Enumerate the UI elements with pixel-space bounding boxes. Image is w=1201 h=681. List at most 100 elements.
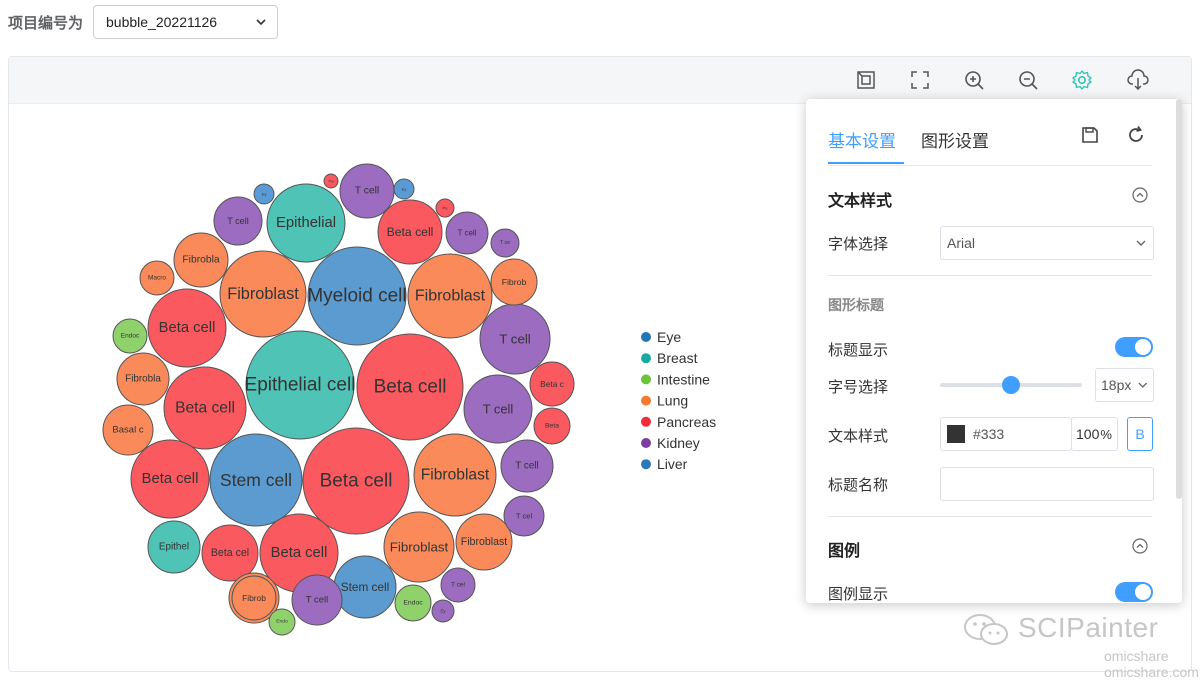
bubble[interactable]: Ey [393,178,415,200]
legend-label[interactable]: Kidney [657,435,700,451]
bubble-label: Basal c [112,425,143,436]
bubble[interactable]: Stem cell [209,433,303,527]
bubble[interactable]: Epithelial [266,183,346,263]
bubble[interactable]: Basal c [102,404,154,456]
title-show-toggle[interactable] [1115,337,1153,357]
bubble[interactable]: T cel [440,567,476,603]
bold-button-label: B [1135,426,1145,442]
bubble[interactable]: Macro [139,260,175,296]
bubble[interactable]: Beta cell [147,288,227,368]
legend-label[interactable]: Liver [657,456,688,472]
bubble[interactable]: Ey [253,183,275,205]
bubble[interactable]: T cel [503,495,545,537]
fullscreen-icon[interactable] [909,69,931,91]
bubble[interactable]: Beta cell [302,427,410,535]
font-size-label: 字号选择 [828,379,889,396]
bubble[interactable]: Fibrob [231,575,277,621]
bubble-label: Epithelial cell [245,375,356,396]
download-icon[interactable] [1127,69,1149,91]
wechat-icon [964,614,1008,645]
bubble[interactable]: T cell [500,439,554,493]
restore-icon[interactable] [855,69,877,91]
bubble[interactable]: Beta cell [163,366,247,450]
font-size-value: 18px [1101,377,1132,393]
legend-marker [641,332,651,342]
settings-icon[interactable] [1071,69,1093,91]
bubble[interactable]: Fibroblast [413,433,497,517]
font-size-select[interactable]: 18px [1095,368,1154,402]
bubble[interactable]: T cell [445,211,489,255]
color-input[interactable]: #333 [940,417,1072,451]
opacity-input[interactable]: 100 % [1071,417,1118,451]
bubble-label: Fibroblast [415,288,486,305]
tab-basic-settings[interactable]: 基本设置 [828,127,896,152]
font-select[interactable]: Arial [940,226,1154,260]
bubble[interactable]: Beta cell [130,439,210,519]
font-size-slider[interactable] [940,376,1082,394]
bubble-label: T cell [306,595,329,606]
bubble[interactable]: Fibroblast [407,253,493,339]
bubble[interactable]: Stem cell [333,555,397,619]
bubble-label: T cell [499,332,531,347]
bubble[interactable]: Fibroblast [455,513,513,571]
legend-label[interactable]: Breast [657,350,698,366]
save-icon[interactable] [1080,125,1100,145]
legend-marker [641,459,651,470]
bold-button[interactable]: B [1127,417,1153,451]
legend-label[interactable]: Intestine [657,371,710,387]
bubble[interactable]: Beta c [529,361,575,407]
font-select-value: Arial [947,235,976,251]
bubble[interactable]: T cell [339,163,395,219]
tab-underline [828,162,904,164]
color-swatch[interactable] [947,425,965,443]
bubble-label: Endo [276,619,288,625]
bubble[interactable]: Fibroblast [383,511,455,583]
bubble[interactable]: Endo [268,608,296,636]
chart-legend: Eye Breast Intestine Lung Pancreas Kidney Live… [641,329,716,472]
bubble[interactable]: Fibroblast [219,250,307,338]
settings-scrollbar[interactable] [1176,99,1182,499]
bubble-label: Beta cell [320,471,393,492]
legend-label[interactable]: Eye [657,329,681,345]
bubble[interactable]: Pa [435,198,455,218]
legend-marker [641,353,651,364]
bubble[interactable]: Pa [323,173,339,189]
bubble[interactable]: T cell [463,374,533,444]
zoom-out-icon[interactable] [1017,69,1039,91]
title-name-label: 标题名称 [828,477,889,494]
bubble[interactable]: Beta cel [201,524,259,582]
bubble[interactable]: Beta [533,407,571,445]
bubble-label: Beta cell [142,471,199,487]
refresh-icon[interactable] [1126,125,1146,145]
zoom-in-icon[interactable] [963,69,985,91]
legend-marker [641,395,651,406]
bubble[interactable]: Ey [431,599,455,623]
bubble[interactable]: Endoc [112,318,148,354]
bubble[interactable]: T ce [490,228,520,258]
collapse-icon[interactable] [1132,187,1148,203]
bubble[interactable]: Beta cell [356,333,464,441]
legend-label[interactable]: Lung [657,393,688,409]
bubble[interactable]: Epithel [147,520,201,574]
collapse-icon[interactable] [1132,538,1148,554]
bubble[interactable]: Fibrobla [116,352,170,406]
title-name-input[interactable] [940,467,1154,501]
slider-handle[interactable] [1002,376,1020,394]
tab-graph-settings[interactable]: 图形设置 [921,127,989,152]
bubble[interactable]: Beta cell [377,199,443,265]
bubble-label: T ce [500,240,510,246]
bubble[interactable]: T cell [479,303,551,375]
legend-label[interactable]: Pancreas [657,414,716,430]
bubble[interactable]: Epithelial cell [245,330,356,440]
bubble[interactable]: Fibrob [490,258,538,306]
toggle-knob [1135,339,1151,355]
bubble[interactable]: Endoc [394,584,432,622]
legend-show-toggle[interactable] [1115,582,1153,602]
bubble-label: Endoc [121,333,140,340]
bubble[interactable]: Fibrobla [173,232,229,288]
toggle-knob [1135,584,1151,600]
brand-watermark: SCIPainter [1018,612,1159,643]
bubble[interactable]: T cell [291,574,343,626]
bubble[interactable]: Myeloid cell [307,246,407,346]
bubble[interactable]: T cell [213,196,263,246]
